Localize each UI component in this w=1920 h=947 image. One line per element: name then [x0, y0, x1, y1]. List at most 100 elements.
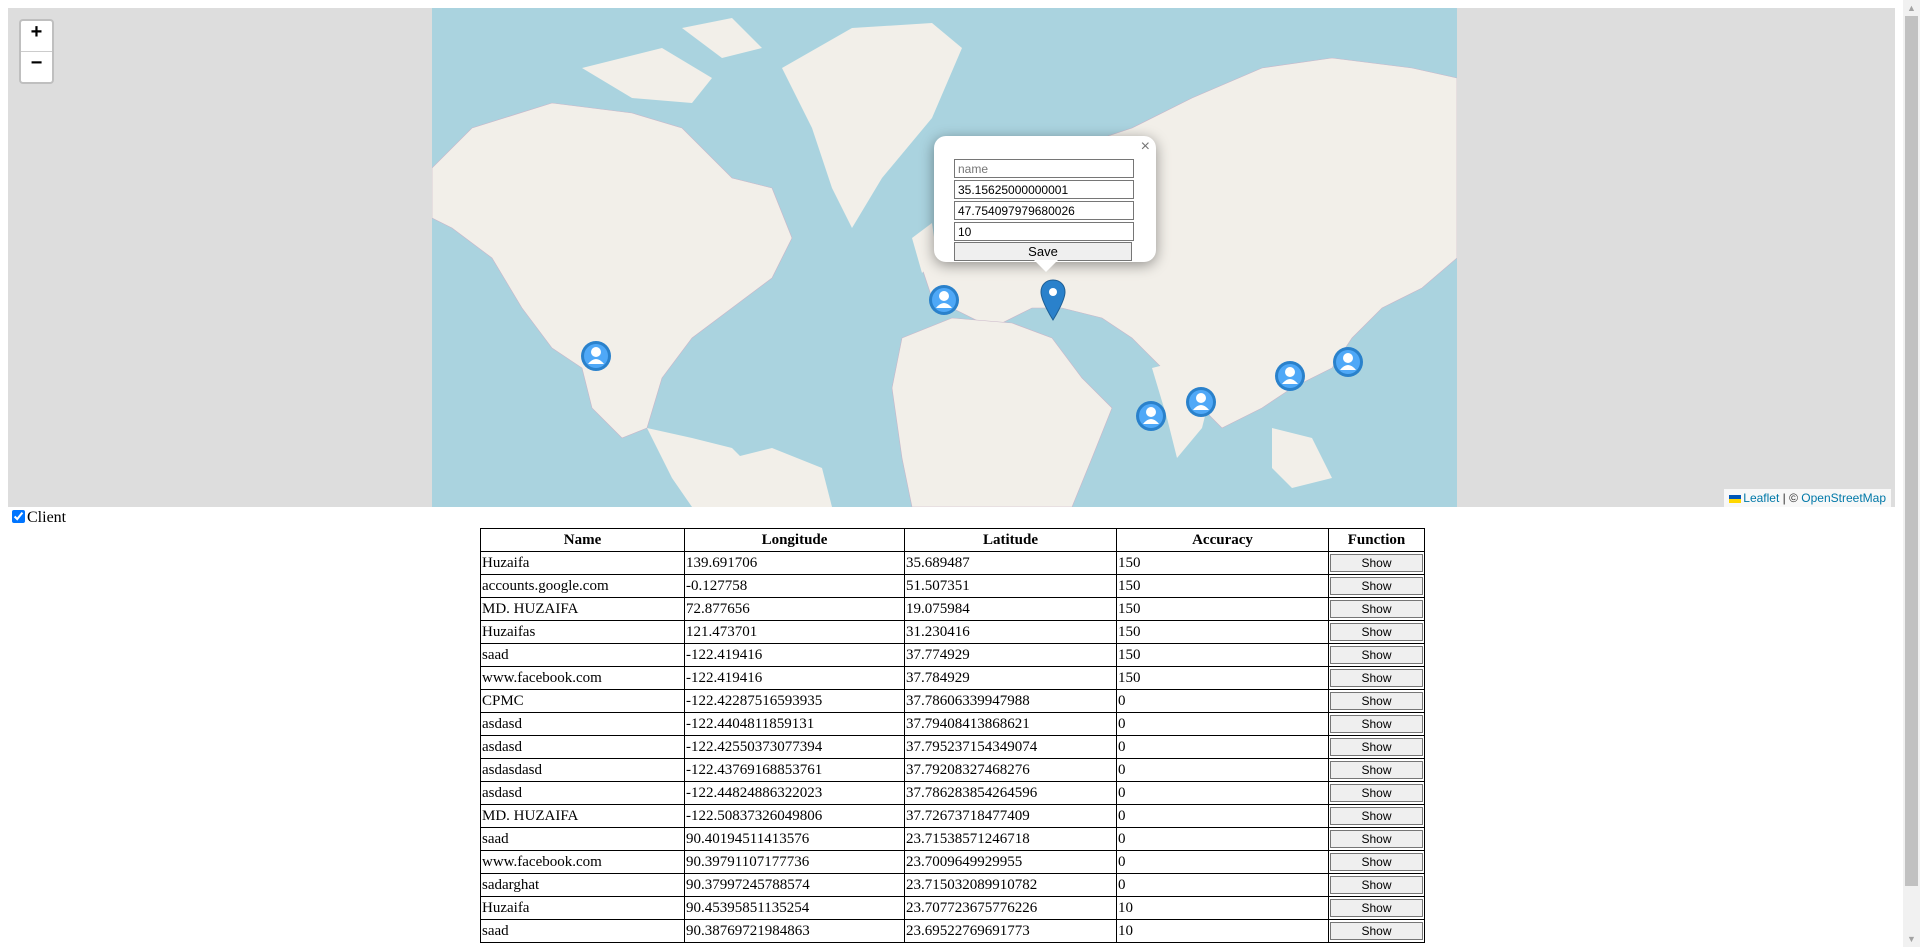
cell-accuracy: 0	[1116, 850, 1329, 874]
cell-longitude: 90.45395851135254	[684, 896, 905, 920]
cell-latitude: 37.795237154349074	[904, 735, 1117, 759]
table-row: accounts.google.com -0.127758 51.507351 150…	[480, 574, 1425, 598]
cell-function: Show	[1328, 781, 1425, 805]
cell-name: www.facebook.com	[480, 666, 685, 690]
accuracy-input[interactable]	[954, 222, 1134, 241]
table-row: www.facebook.com -122.419416 37.784929 150 S…	[480, 666, 1425, 690]
user-marker-icon[interactable]	[1274, 360, 1306, 392]
show-button[interactable]: Show	[1330, 577, 1423, 595]
cell-latitude: 23.71538571246718	[904, 827, 1117, 851]
page-scrollbar[interactable]: ▲ ▼	[1903, 0, 1920, 947]
show-button[interactable]: Show	[1330, 646, 1423, 664]
cell-accuracy: 10	[1116, 896, 1329, 920]
show-button[interactable]: Show	[1330, 922, 1423, 940]
cell-name: asdasd	[480, 712, 685, 736]
cell-longitude: 90.40194511413576	[684, 827, 905, 851]
cell-latitude: 37.79208327468276	[904, 758, 1117, 782]
cell-name: Huzaifas	[480, 620, 685, 644]
cell-accuracy: 150	[1116, 643, 1329, 667]
cell-latitude: 35.689487	[904, 551, 1117, 575]
show-button[interactable]: Show	[1330, 876, 1423, 894]
cell-name: accounts.google.com	[480, 574, 685, 598]
latitude-input[interactable]	[954, 201, 1134, 220]
show-button[interactable]: Show	[1330, 830, 1423, 848]
table-row: asdasd -122.44824886322023 37.786283854264…	[480, 781, 1425, 805]
cell-name: MD. HUZAIFA	[480, 597, 685, 621]
zoom-in-button[interactable]: +	[21, 21, 52, 52]
scroll-down-icon[interactable]: ▼	[1903, 931, 1920, 947]
user-marker-icon[interactable]	[1332, 346, 1364, 378]
zoom-out-button[interactable]: −	[21, 52, 52, 82]
map-pin-icon[interactable]	[1040, 279, 1066, 321]
client-toggle[interactable]: Client	[12, 509, 66, 527]
openstreetmap-link[interactable]: OpenStreetMap	[1801, 491, 1886, 505]
popup-close-icon[interactable]: ×	[1141, 138, 1150, 156]
longitude-input[interactable]	[954, 180, 1134, 199]
map-container[interactable]: + − × Save Leaflet | © OpenStreetMap	[8, 8, 1895, 507]
cell-name: saad	[480, 643, 685, 667]
scrollbar-thumb[interactable]	[1905, 16, 1918, 886]
cell-longitude: -122.419416	[684, 643, 905, 667]
cell-accuracy: 150	[1116, 551, 1329, 575]
cell-name: asdasd	[480, 781, 685, 805]
client-checkbox[interactable]	[12, 510, 25, 523]
table-row: saad 90.38769721984863 23.69522769691773 10…	[480, 919, 1425, 943]
user-marker-icon[interactable]	[580, 340, 612, 372]
show-button[interactable]: Show	[1330, 692, 1423, 710]
cell-function: Show	[1328, 804, 1425, 828]
cell-accuracy: 150	[1116, 574, 1329, 598]
cell-function: Show	[1328, 551, 1425, 575]
user-marker-icon[interactable]	[1185, 386, 1217, 418]
cell-latitude: 23.707723675776226	[904, 896, 1117, 920]
header-longitude: Longitude	[684, 528, 905, 552]
cell-longitude: 72.877656	[684, 597, 905, 621]
show-button[interactable]: Show	[1330, 738, 1423, 756]
cell-latitude: 37.784929	[904, 666, 1117, 690]
table-row: CPMC -122.42287516593935 37.78606339947988…	[480, 689, 1425, 713]
table-row: saad 90.40194511413576 23.71538571246718 0 S…	[480, 827, 1425, 851]
header-latitude: Latitude	[904, 528, 1117, 552]
show-button[interactable]: Show	[1330, 623, 1423, 641]
show-button[interactable]: Show	[1330, 807, 1423, 825]
show-button[interactable]: Show	[1330, 761, 1423, 779]
cell-latitude: 37.78606339947988	[904, 689, 1117, 713]
table-row: MD. HUZAIFA 72.877656 19.075984 150 Show	[480, 597, 1425, 621]
show-button[interactable]: Show	[1330, 715, 1423, 733]
save-button[interactable]: Save	[954, 242, 1132, 261]
leaflet-link[interactable]: Leaflet	[1743, 491, 1779, 505]
show-button[interactable]: Show	[1330, 600, 1423, 618]
cell-latitude: 23.69522769691773	[904, 919, 1117, 943]
cell-name: saad	[480, 919, 685, 943]
name-input[interactable]	[954, 159, 1134, 178]
user-marker-icon[interactable]	[928, 284, 960, 316]
scroll-up-icon[interactable]: ▲	[1903, 0, 1920, 16]
header-function: Function	[1328, 528, 1425, 552]
map-attribution: Leaflet | © OpenStreetMap	[1724, 489, 1891, 507]
locations-table: Name Longitude Latitude Accuracy Functio…	[480, 528, 1425, 943]
table-row: www.facebook.com 90.39791107177736 23.7009…	[480, 850, 1425, 874]
user-marker-icon[interactable]	[1135, 400, 1167, 432]
cell-name: www.facebook.com	[480, 850, 685, 874]
table-row: asdasd -122.4404811859131 37.7940841386862…	[480, 712, 1425, 736]
show-button[interactable]: Show	[1330, 853, 1423, 871]
table-row: Huzaifas 121.473701 31.230416 150 Show	[480, 620, 1425, 644]
show-button[interactable]: Show	[1330, 784, 1423, 802]
cell-name: CPMC	[480, 689, 685, 713]
header-name: Name	[480, 528, 685, 552]
table-body: Huzaifa 139.691706 35.689487 150 Show account…	[480, 551, 1425, 943]
cell-longitude: -122.419416	[684, 666, 905, 690]
cell-function: Show	[1328, 850, 1425, 874]
cell-accuracy: 0	[1116, 735, 1329, 759]
show-button[interactable]: Show	[1330, 669, 1423, 687]
cell-latitude: 19.075984	[904, 597, 1117, 621]
cell-name: sadarghat	[480, 873, 685, 897]
show-button[interactable]: Show	[1330, 554, 1423, 572]
cell-function: Show	[1328, 574, 1425, 598]
show-button[interactable]: Show	[1330, 899, 1423, 917]
cell-latitude: 37.774929	[904, 643, 1117, 667]
cell-latitude: 37.786283854264596	[904, 781, 1117, 805]
cell-latitude: 23.7009649929955	[904, 850, 1117, 874]
table-row: saad -122.419416 37.774929 150 Show	[480, 643, 1425, 667]
cell-function: Show	[1328, 896, 1425, 920]
cell-name: asdasd	[480, 735, 685, 759]
